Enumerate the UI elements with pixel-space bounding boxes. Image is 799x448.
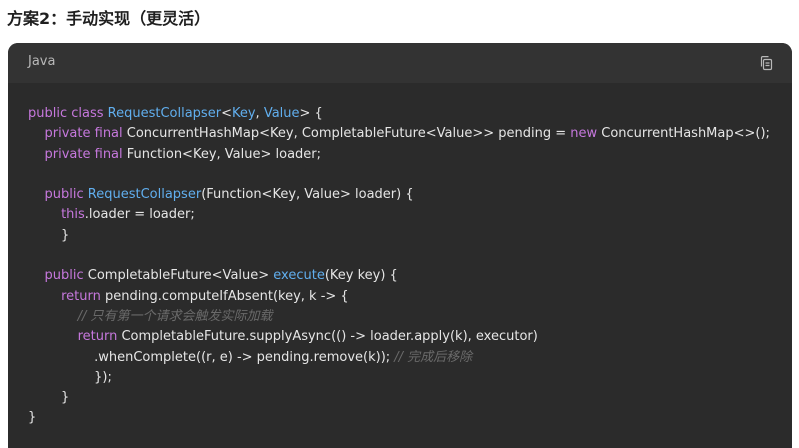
code-line: } (28, 388, 782, 408)
code-token: new (570, 126, 602, 142)
code-comment: // 完成后移除 (394, 349, 473, 365)
code-token: < (221, 106, 232, 121)
code-line: .whenComplete((r, e) -> pending.remove(k… (28, 348, 782, 368)
code-token: CompletableFuture<Value> (87, 268, 274, 284)
code-line: }); (28, 368, 782, 388)
code-token: public (44, 268, 88, 284)
code-line: return CompletableFuture.supplyAsync(() … (28, 327, 782, 347)
code-token: private final (44, 146, 127, 162)
code-token: public (44, 187, 88, 203)
code-block: Java public class RequestCollapser<Key, … (8, 43, 792, 448)
copy-button[interactable] (756, 53, 776, 73)
code-token: Value (263, 106, 300, 121)
code-token: (Key key) { (324, 268, 398, 284)
section-heading: 方案2：手动实现（更灵活） (7, 9, 211, 28)
code-token: RequestCollapser (107, 106, 222, 121)
code-line: } (28, 408, 782, 428)
code-token: } (28, 410, 37, 426)
code-token: .loader = loader; (84, 207, 195, 223)
code-token: , (255, 106, 264, 121)
code-token: Function<Key, Value> loader; (126, 146, 322, 162)
copy-icon (760, 56, 773, 71)
code-token: this (61, 207, 85, 223)
code-line: public CompletableFuture<Value> execute(… (28, 266, 782, 286)
code-token: (Function<Key, Value> loader) { (201, 187, 414, 203)
code-token: .whenComplete((r, e) -> pending.remove(k… (28, 349, 395, 365)
code-token: CompletableFuture.supplyAsync(() -> load… (121, 329, 538, 345)
code-line: private final ConcurrentHashMap<Key, Com… (28, 124, 782, 144)
code-line: public class RequestCollapser<Key, Value… (28, 104, 782, 124)
code-language-label: Java (28, 54, 56, 69)
code-token: RequestCollapser (87, 187, 202, 203)
code-token: > { (299, 106, 323, 121)
code-token: ConcurrentHashMap<>(); (601, 126, 770, 142)
code-token: public class (28, 106, 108, 121)
code-line: } (28, 226, 782, 246)
code-content: public class RequestCollapser<Key, Value… (28, 104, 782, 429)
code-comment: // 只有第一个请求会触发实际加载 (77, 308, 273, 324)
code-line: this.loader = loader; (28, 205, 782, 225)
code-block-header: Java (8, 43, 792, 83)
code-token: Key (231, 106, 256, 121)
code-token: return (77, 329, 122, 345)
code-token: } (28, 227, 70, 243)
code-token: return (61, 288, 105, 304)
code-line: public RequestCollapser(Function<Key, Va… (28, 185, 782, 205)
code-line: private final Function<Key, Value> loade… (28, 145, 782, 165)
code-token: ConcurrentHashMap<Key, CompletableFuture… (126, 126, 571, 142)
code-line: return pending.computeIfAbsent(key, k ->… (28, 287, 782, 307)
code-token: }); (28, 369, 112, 385)
code-token: private final (44, 126, 127, 142)
code-token: pending.computeIfAbsent(key, k -> { (104, 288, 349, 304)
code-token: execute (273, 268, 325, 284)
code-line: // 只有第一个请求会触发实际加载 (28, 307, 782, 327)
code-token: } (28, 390, 70, 406)
